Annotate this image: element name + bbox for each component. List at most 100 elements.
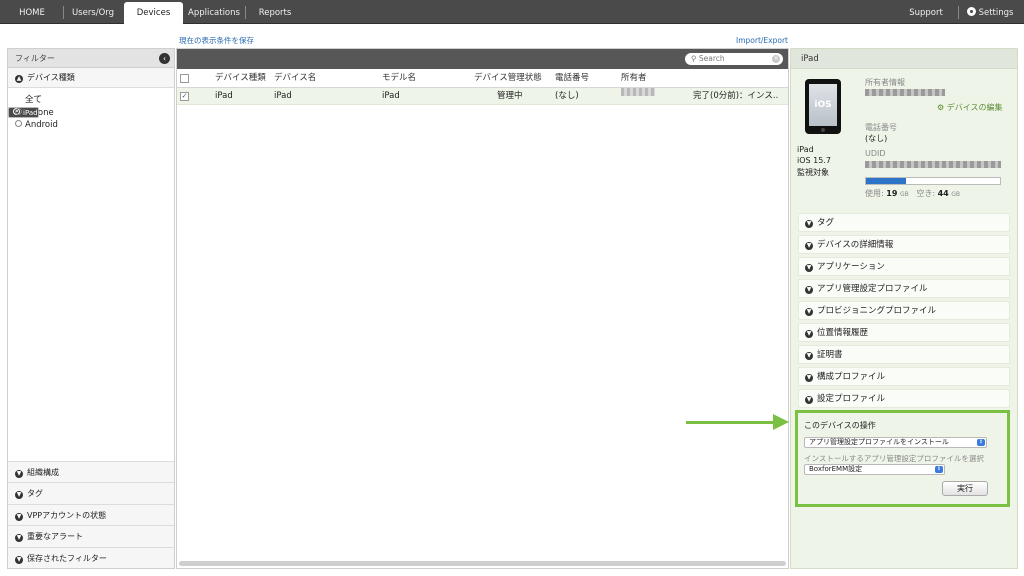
tab-home[interactable]: HOME [6, 0, 58, 24]
filter-bottom-sections: ▼ 組織構成 ▼ タグ ▼ VPPアカウントの状態 ▼ 重要なアラート ▼ 保存されたフィ… [8, 461, 174, 568]
collapse-panel-icon[interactable]: ‹ [159, 53, 170, 64]
filter-item-label: 全て [25, 95, 43, 105]
horizontal-scrollbar[interactable] [179, 561, 786, 566]
run-button[interactable]: 実行 [942, 481, 988, 496]
used-value: 19 [886, 189, 898, 198]
select-all-checkbox[interactable] [180, 74, 189, 83]
section-tags[interactable]: ▼ タグ [798, 213, 1010, 232]
redacted-udid [865, 161, 1001, 168]
storage-info: 使用: 19 GB 空き: 44 GB [865, 188, 960, 199]
chevron-down-icon: ▼ [15, 555, 23, 564]
section-certificates[interactable]: ▼ 証明書 [798, 345, 1010, 364]
section-label: デバイスの詳細情報 [817, 240, 894, 250]
save-filter-link[interactable]: 現在の表示条件を保存 [179, 35, 254, 46]
column-header[interactable]: 電話番号 [555, 69, 589, 88]
filter-title: フィルター [15, 54, 55, 63]
cell-phone: (なし) [555, 91, 579, 101]
search-placeholder: Search [698, 54, 725, 63]
udid-label: UDID [865, 149, 886, 158]
section-settings-profiles[interactable]: ▼ 設定プロファイル [798, 389, 1010, 408]
free-value: 44 [937, 189, 949, 198]
section-label: アプリケーション [817, 262, 885, 272]
section-label: アプリ管理設定プロファイル [817, 284, 928, 294]
owner-info-label: 所有者情報 [865, 78, 905, 87]
settings-label: Settings [978, 8, 1014, 18]
tab-reports[interactable]: Reports [250, 0, 300, 24]
section-label: 位置情報履歴 [817, 328, 869, 338]
support-link[interactable]: Support [904, 0, 948, 24]
tab-applications[interactable]: Applications [186, 0, 242, 24]
clear-search-icon[interactable]: ✕ [772, 55, 780, 63]
home-button-icon [821, 128, 825, 132]
import-export-link[interactable]: Import/Export [736, 36, 788, 45]
free-label: 空き: [916, 189, 936, 198]
chevron-down-icon: ▼ [805, 396, 813, 404]
chevron-down-icon: ▼ [805, 374, 813, 382]
chevron-down-icon: ▼ [805, 286, 813, 294]
profile-select[interactable]: BoxforEMM設定 ⇕ [804, 464, 945, 475]
edit-device-link[interactable]: ⚙ デバイスの編集 [937, 102, 1002, 113]
section-label: 構成プロファイル [817, 372, 886, 382]
operation-select[interactable]: アプリ管理設定プロファイルをインストール ⇕ [804, 437, 987, 448]
ios-logo: iOS [809, 84, 837, 126]
filter-item-ipad[interactable]: iPad [8, 106, 39, 118]
filter-panel-header: フィルター ‹ [8, 49, 174, 68]
search-input[interactable]: ⚲ Search ✕ [685, 53, 783, 65]
unit: GB [951, 191, 961, 198]
section-provisioning-profiles[interactable]: ▼ プロビジョニングプロファイル [798, 301, 1010, 320]
top-nav-bar: HOME Users/Org Devices Applications Repo… [0, 0, 1024, 25]
section-configuration-profiles[interactable]: ▼ 構成プロファイル [798, 367, 1010, 386]
chevron-down-icon: ▼ [15, 470, 23, 479]
callout-arrow-shaft [686, 421, 778, 424]
filter-item-label: iPad [23, 108, 38, 117]
cell-device-type: iPad [215, 91, 233, 101]
tab-devices[interactable]: Devices [124, 2, 183, 25]
section-label: 保存されたフィルター [27, 553, 107, 563]
chevron-down-icon: ▼ [805, 330, 813, 338]
cell-status: 完了(0分前)：インス.. [693, 91, 779, 101]
redacted-owner [865, 89, 945, 96]
column-header[interactable]: デバイス名 [274, 69, 316, 88]
section-label: タグ [27, 489, 43, 499]
storage-bar [865, 177, 1001, 185]
profile-select-value: BoxforEMM設定 [809, 465, 863, 473]
cell-device-name: iPad [274, 91, 292, 101]
chevron-down-icon: ▼ [805, 242, 813, 250]
table-header: デバイス種類 デバイス名 モデル名 デバイス管理状態 電話番号 所有者 [177, 69, 788, 88]
section-saved-filters[interactable]: ▼ 保存されたフィルター [8, 546, 174, 568]
chevron-down-icon: ▼ [15, 534, 23, 543]
nav-divider [63, 6, 64, 19]
section-app-config-profiles[interactable]: ▼ アプリ管理設定プロファイル [798, 279, 1010, 298]
phone-value: (なし) [865, 134, 888, 143]
section-vpp[interactable]: ▼ VPPアカウントの状態 [8, 503, 174, 526]
row-checkbox[interactable]: ✓ [180, 92, 189, 101]
column-header[interactable]: 所有者 [621, 69, 647, 88]
cell-management-state: 管理中 [497, 91, 523, 101]
device-type-section[interactable]: ▲ デバイス種類 [8, 68, 174, 88]
column-header[interactable]: モデル名 [382, 69, 416, 88]
radio-icon [15, 120, 22, 127]
section-device-details[interactable]: ▼ デバイスの詳細情報 [798, 235, 1010, 254]
chevron-down-icon: ▼ [805, 220, 813, 228]
filter-item-all[interactable]: 全て [8, 94, 174, 107]
table-toolbar: ⚲ Search ✕ [177, 49, 788, 69]
storage-used-fill [866, 178, 907, 184]
tab-users-org[interactable]: Users/Org [66, 0, 120, 24]
unit: GB [899, 191, 909, 198]
section-org[interactable]: ▼ 組織構成 [8, 461, 174, 483]
section-tags[interactable]: ▼ タグ [8, 482, 174, 504]
section-location-history[interactable]: ▼ 位置情報履歴 [798, 323, 1010, 342]
section-label: 設定プロファイル [817, 394, 886, 404]
section-applications[interactable]: ▼ アプリケーション [798, 257, 1010, 276]
column-header[interactable]: デバイス種類 [215, 69, 266, 88]
filter-item-android[interactable]: Android [8, 119, 174, 132]
settings-link[interactable]: Settings [962, 0, 1018, 24]
column-header[interactable]: デバイス管理状態 [474, 69, 542, 88]
device-detail-panel: iPad iOS iPad iOS 15.7 監視対象 所有者情報 ⚙ デバイス… [790, 48, 1018, 569]
operations-title: このデバイスの操作 [804, 421, 876, 430]
filter-item-label: Android [25, 120, 58, 130]
table-row[interactable]: ✓ iPad iPad iPad 管理中 (なし) 完了(0分前)：インス.. [177, 88, 788, 105]
chevron-down-icon: ▼ [805, 308, 813, 316]
edit-device-label: デバイスの編集 [946, 103, 1003, 112]
section-alerts[interactable]: ▼ 重要なアラート [8, 525, 174, 547]
